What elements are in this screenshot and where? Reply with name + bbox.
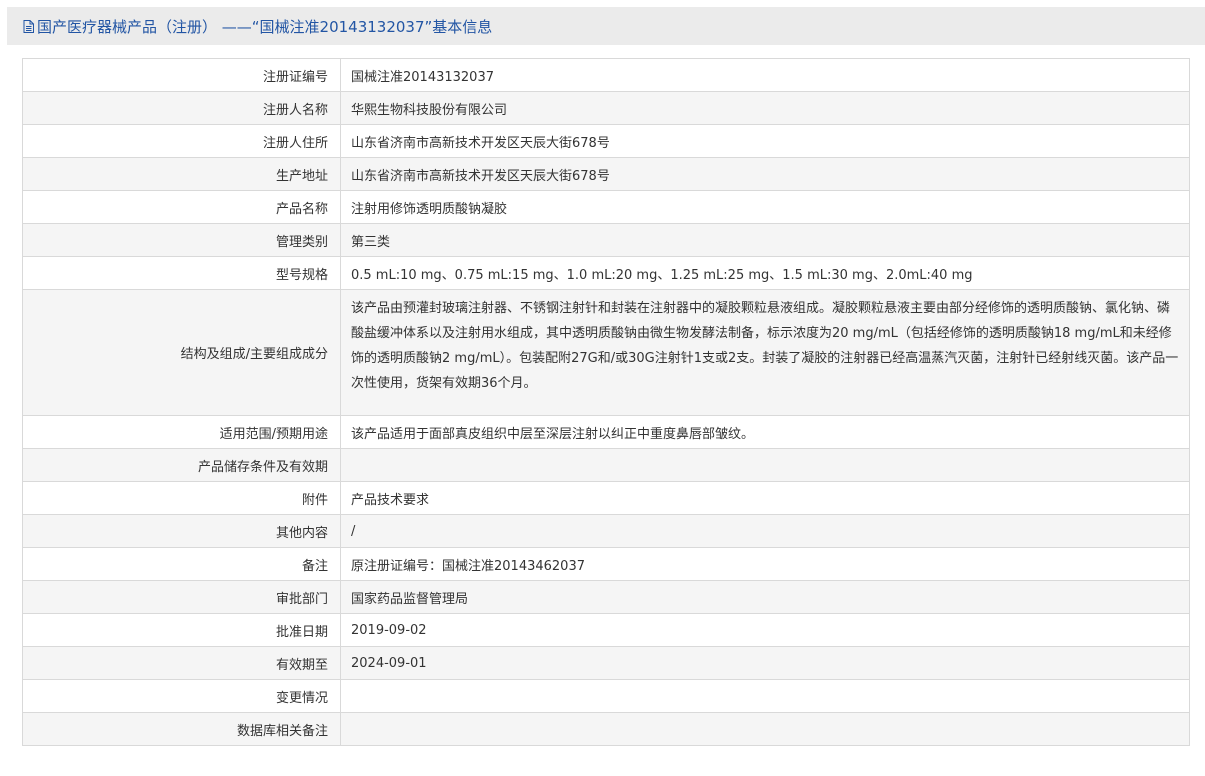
field-value: 山东省济南市高新技术开发区天辰大街678号: [340, 157, 1190, 191]
page-header: 国产医疗器械产品（注册） ——“国械注准20143132037”基本信息: [7, 7, 1205, 45]
field-label: 备注: [22, 547, 341, 581]
page-title: 国产医疗器械产品（注册） ——“国械注准20143132037”基本信息: [37, 17, 493, 36]
field-value: [340, 448, 1190, 482]
info-table: 注册证编号 国械注准20143132037 注册人名称 华熙生物科技股份有限公司…: [22, 58, 1190, 746]
table-row: 产品名称 注射用修饰透明质酸钠凝胶: [22, 190, 1190, 224]
field-value: 0.5 mL:10 mg、0.75 mL:15 mg、1.0 mL:20 mg、…: [340, 256, 1190, 290]
table-row: 注册人住所 山东省济南市高新技术开发区天辰大街678号: [22, 124, 1190, 158]
field-value: 2024-09-01: [340, 646, 1190, 680]
table-row: 产品储存条件及有效期: [22, 448, 1190, 482]
field-label: 产品储存条件及有效期: [22, 448, 341, 482]
field-label: 结构及组成/主要组成成分: [22, 289, 341, 416]
table-row: 注册证编号 国械注准20143132037: [22, 58, 1190, 92]
field-label: 型号规格: [22, 256, 341, 290]
field-label: 附件: [22, 481, 341, 515]
field-value: 第三类: [340, 223, 1190, 257]
field-value: 国械注准20143132037: [340, 58, 1190, 92]
field-label: 注册证编号: [22, 58, 341, 92]
table-row: 其他内容 /: [22, 514, 1190, 548]
table-row: 变更情况: [22, 679, 1190, 713]
table-row: 适用范围/预期用途 该产品适用于面部真皮组织中层至深层注射以纠正中重度鼻唇部皱纹…: [22, 415, 1190, 449]
table-row: 管理类别 第三类: [22, 223, 1190, 257]
field-label: 数据库相关备注: [22, 712, 341, 746]
table-row: 有效期至 2024-09-01: [22, 646, 1190, 680]
field-label: 审批部门: [22, 580, 341, 614]
field-value: 山东省济南市高新技术开发区天辰大街678号: [340, 124, 1190, 158]
document-icon: [23, 19, 34, 33]
field-label: 有效期至: [22, 646, 341, 680]
field-value: 产品技术要求: [340, 481, 1190, 515]
field-label: 生产地址: [22, 157, 341, 191]
field-label: 产品名称: [22, 190, 341, 224]
field-value: 华熙生物科技股份有限公司: [340, 91, 1190, 125]
field-label: 其他内容: [22, 514, 341, 548]
field-label: 注册人名称: [22, 91, 341, 125]
field-value: 原注册证编号：国械注准20143462037: [340, 547, 1190, 581]
page: 国产医疗器械产品（注册） ——“国械注准20143132037”基本信息 注册证…: [0, 0, 1205, 776]
table-row: 注册人名称 华熙生物科技股份有限公司: [22, 91, 1190, 125]
table-row: 附件 产品技术要求: [22, 481, 1190, 515]
field-value: 2019-09-02: [340, 613, 1190, 647]
table-row: 生产地址 山东省济南市高新技术开发区天辰大街678号: [22, 157, 1190, 191]
field-label: 管理类别: [22, 223, 341, 257]
table-row: 型号规格 0.5 mL:10 mg、0.75 mL:15 mg、1.0 mL:2…: [22, 256, 1190, 290]
table-row: 批准日期 2019-09-02: [22, 613, 1190, 647]
field-label: 批准日期: [22, 613, 341, 647]
field-value: 该产品由预灌封玻璃注射器、不锈钢注射针和封装在注射器中的凝胶颗粒悬液组成。凝胶颗…: [340, 289, 1190, 416]
table-row: 结构及组成/主要组成成分 该产品由预灌封玻璃注射器、不锈钢注射针和封装在注射器中…: [22, 289, 1190, 416]
field-value: [340, 679, 1190, 713]
field-value: [340, 712, 1190, 746]
field-label: 注册人住所: [22, 124, 341, 158]
table-row: 审批部门 国家药品监督管理局: [22, 580, 1190, 614]
field-label: 适用范围/预期用途: [22, 415, 341, 449]
field-label: 变更情况: [22, 679, 341, 713]
field-value: /: [340, 514, 1190, 548]
field-value: 国家药品监督管理局: [340, 580, 1190, 614]
field-value: 注射用修饰透明质酸钠凝胶: [340, 190, 1190, 224]
table-row: 备注 原注册证编号：国械注准20143462037: [22, 547, 1190, 581]
field-value: 该产品适用于面部真皮组织中层至深层注射以纠正中重度鼻唇部皱纹。: [340, 415, 1190, 449]
table-row: 数据库相关备注: [22, 712, 1190, 746]
